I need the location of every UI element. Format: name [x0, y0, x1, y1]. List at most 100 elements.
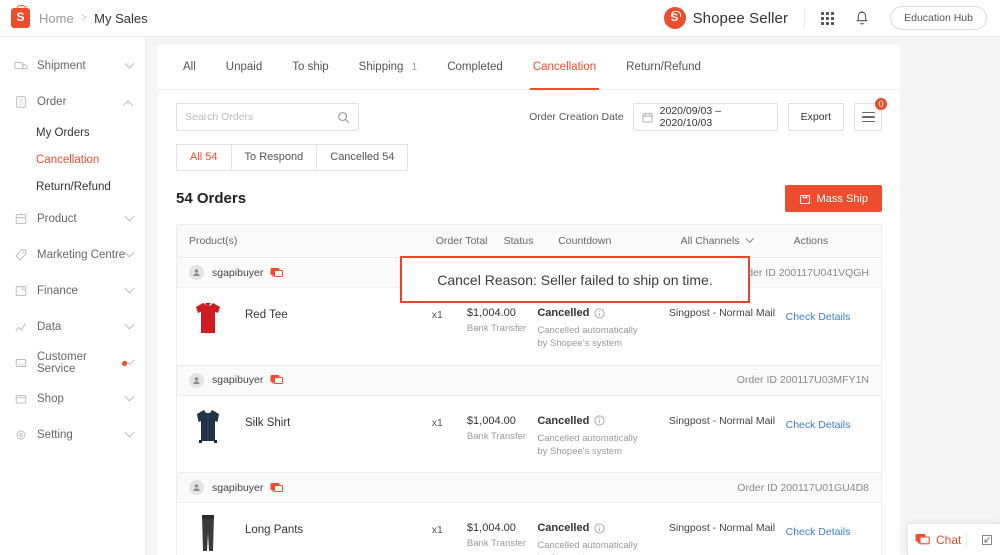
product-cell: Red Tee [189, 298, 432, 351]
order-body: Silk Shirt x1 $1,004.00 Bank Transfer Ca… [177, 396, 881, 473]
expand-icon[interactable] [981, 534, 993, 546]
tab-return-refund[interactable]: Return/Refund [611, 45, 716, 90]
chevron-down-icon [125, 58, 135, 68]
sidebar-subitem-return-refund[interactable]: Return/Refund [0, 173, 145, 200]
actions-cell: Check Details [786, 406, 869, 459]
sidebar-item-shop[interactable]: Shop [0, 382, 145, 416]
status-badge: Cancelled [537, 522, 589, 534]
sidebar-item-finance[interactable]: Finance [0, 274, 145, 308]
order-total-amount: $1,004.00 [467, 307, 537, 319]
col-header-channels-dropdown[interactable]: All Channels [681, 235, 794, 247]
payment-method: Bank Transfer [467, 538, 537, 549]
subtab-all[interactable]: All 54 [176, 144, 232, 171]
sidebar-label: Customer Service [37, 351, 117, 375]
breadcrumb-home[interactable]: Home [39, 11, 74, 26]
search-input[interactable] [185, 111, 337, 123]
bell-icon[interactable] [854, 10, 870, 27]
search-orders-box[interactable] [176, 103, 359, 131]
chat-icon[interactable] [270, 482, 283, 494]
shirt-icon [193, 407, 223, 445]
product-cell: Long Pants [189, 513, 432, 555]
table-header-row: Product(s) Order Total Status Countdown … [176, 224, 882, 258]
chevron-up-icon [123, 100, 133, 110]
info-icon[interactable] [594, 415, 605, 426]
sidebar-group-customer-service: Customer Service [0, 346, 145, 380]
check-details-link[interactable]: Check Details [786, 419, 851, 431]
store-icon [14, 392, 28, 406]
info-icon[interactable] [594, 308, 605, 319]
sidebar-subitem-cancellation[interactable]: Cancellation [0, 146, 145, 173]
chevron-down-icon [125, 211, 135, 221]
subtab-to-respond[interactable]: To Respond [231, 144, 318, 171]
order-header: sgapibuyer Order ID 200117U03MFY1N [177, 366, 881, 396]
date-range-value: 2020/09/03 – 2020/10/03 [660, 105, 769, 129]
header-actions: Shopee Seller Education Hub [664, 0, 1000, 36]
shipping-channel: Singpost - Normal Mail [669, 298, 786, 351]
mass-ship-button[interactable]: Mass Ship [785, 185, 882, 212]
order-total-amount: $1,004.00 [467, 522, 537, 534]
tab-cancellation[interactable]: Cancellation [518, 45, 611, 90]
shopee-logo-icon[interactable] [11, 8, 30, 28]
sidebar-label: Product [37, 213, 77, 225]
info-icon[interactable] [594, 523, 605, 534]
sidebar-item-customer-service[interactable]: Customer Service [0, 346, 145, 380]
tab-to-ship[interactable]: To ship [277, 45, 343, 90]
tab-label: All [183, 61, 196, 73]
tab-all[interactable]: All [168, 45, 211, 90]
export-button[interactable]: Export [788, 103, 844, 131]
sidebar-group-data: Data [0, 310, 145, 344]
search-icon[interactable] [337, 111, 350, 124]
truck-icon [14, 59, 28, 73]
education-hub-button[interactable]: Education Hub [890, 6, 987, 30]
buyer-username[interactable]: sgapibuyer [212, 267, 263, 279]
sidebar-item-marketing-centre[interactable]: Marketing Centre [0, 238, 145, 272]
date-range-picker[interactable]: 2020/09/03 – 2020/10/03 [633, 103, 778, 131]
tab-shipping[interactable]: Shipping 1 [344, 45, 433, 90]
sidebar-item-product[interactable]: Product [0, 202, 145, 236]
apps-grid-icon[interactable] [821, 12, 834, 25]
col-header-order-total: Order Total [436, 235, 504, 247]
sidebar-group-shop: Shop [0, 382, 145, 416]
chat-icon[interactable] [270, 374, 283, 386]
sidebar-label: Finance [37, 285, 78, 297]
clipboard-icon [14, 95, 28, 109]
tab-completed[interactable]: Completed [432, 45, 518, 90]
sidebar-item-data[interactable]: Data [0, 310, 145, 344]
sidebar-group-setting: Setting [0, 418, 145, 452]
col-header-actions: Actions [794, 235, 869, 247]
calendar-icon [642, 112, 653, 123]
product-name: Red Tee [245, 298, 288, 321]
avatar [189, 265, 204, 280]
sidebar-group-shipment: Shipment [0, 49, 145, 83]
product-quantity: x1 [432, 513, 467, 555]
product-quantity: x1 [432, 298, 467, 351]
tab-unpaid[interactable]: Unpaid [211, 45, 277, 90]
chat-widget[interactable]: Chat [907, 523, 1000, 555]
order-header: sgapibuyer Order ID 200117U01GU4D8 [177, 473, 881, 503]
sidebar-group-product: Product [0, 202, 145, 236]
sidebar-item-shipment[interactable]: Shipment [0, 49, 145, 83]
subtab-cancelled[interactable]: Cancelled 54 [316, 144, 408, 171]
tab-count-badge: 1 [412, 62, 418, 73]
check-details-link[interactable]: Check Details [786, 526, 851, 538]
cancellation-subtabs: All 54 To Respond Cancelled 54 [158, 144, 900, 171]
tab-label: Unpaid [226, 61, 262, 73]
tab-label: Cancellation [533, 61, 596, 73]
sidebar-subitem-my-orders[interactable]: My Orders [0, 119, 145, 146]
sidebar-item-order[interactable]: Order [0, 85, 145, 119]
chevron-down-icon [125, 319, 135, 329]
header-divider [804, 8, 805, 28]
chevron-down-icon [125, 247, 135, 257]
user-icon [192, 268, 201, 277]
chat-icon[interactable] [270, 267, 283, 279]
product-cell: Silk Shirt [189, 406, 432, 459]
orders-count-title: 54 Orders [176, 190, 246, 207]
user-icon [192, 483, 201, 492]
chevron-down-icon [125, 391, 135, 401]
buyer-username[interactable]: sgapibuyer [212, 482, 263, 494]
sidebar-label: Setting [37, 429, 73, 441]
sidebar-item-setting[interactable]: Setting [0, 418, 145, 452]
check-details-link[interactable]: Check Details [786, 311, 851, 323]
buyer-username[interactable]: sgapibuyer [212, 374, 263, 386]
product-name: Long Pants [245, 513, 303, 536]
